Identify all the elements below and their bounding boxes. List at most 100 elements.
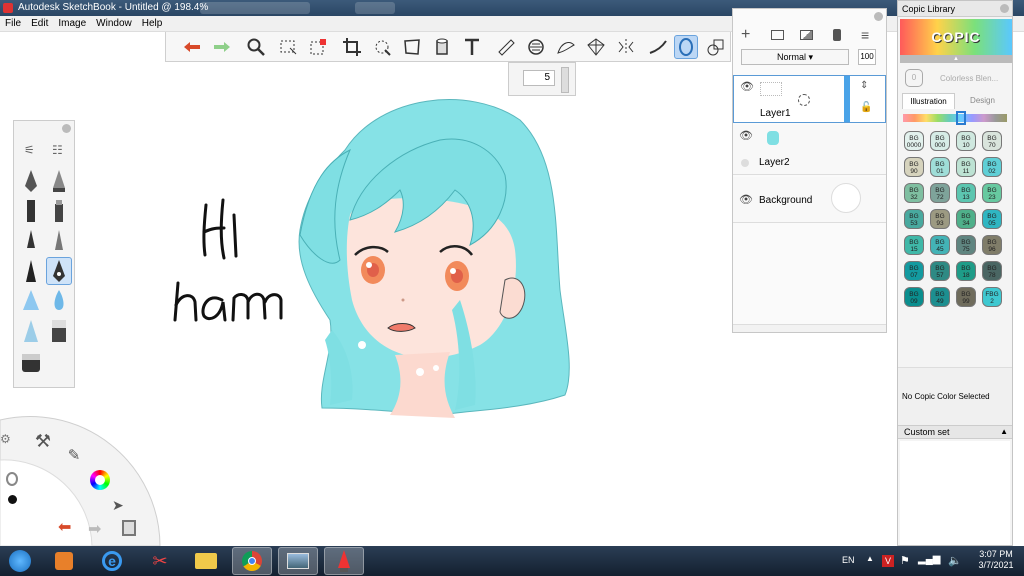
- blend-mode-select[interactable]: Normal ▾: [741, 49, 849, 65]
- technical-pen-icon[interactable]: [18, 257, 44, 285]
- airbrush-icon[interactable]: [18, 287, 44, 315]
- internet-explorer-icon[interactable]: e: [92, 547, 132, 575]
- marker-brush-icon[interactable]: [18, 197, 44, 225]
- distort-icon[interactable]: [400, 35, 424, 59]
- panel-resize-grip[interactable]: [733, 324, 886, 332]
- add-image-icon[interactable]: [800, 30, 813, 40]
- copic-swatch[interactable]: BG 53: [904, 209, 924, 229]
- copic-swatch[interactable]: BG 72: [930, 183, 950, 203]
- lagoon-radial-menu[interactable]: [0, 416, 161, 547]
- show-hidden-icons-icon[interactable]: ▲: [866, 554, 874, 563]
- photo-viewer-icon[interactable]: [278, 547, 318, 575]
- network-signal-icon[interactable]: ▂▄▆: [918, 554, 940, 565]
- brush-properties-icon[interactable]: ⚟: [24, 143, 35, 157]
- file-explorer-icon[interactable]: [186, 547, 226, 575]
- brush-pen-icon[interactable]: [46, 227, 72, 255]
- copic-swatch[interactable]: BG 96: [982, 235, 1002, 255]
- brush-size-input[interactable]: 5: [523, 70, 555, 86]
- lagoon-tools-icon[interactable]: ⚒: [32, 430, 54, 452]
- clock[interactable]: 3:07 PM 3/7/2021: [974, 549, 1018, 571]
- copic-swatch[interactable]: BG 10: [956, 131, 976, 151]
- chrome-icon[interactable]: [232, 547, 272, 575]
- visibility-eye-icon[interactable]: 👁: [740, 80, 754, 93]
- ink-pen-brush-icon[interactable]: [46, 167, 72, 195]
- copic-swatch[interactable]: BG 05: [982, 209, 1002, 229]
- copic-swatch[interactable]: BG 000: [930, 131, 950, 151]
- pencil-brush-icon[interactable]: [18, 167, 44, 195]
- copic-swatch[interactable]: BG 01: [930, 157, 950, 177]
- copic-swatch[interactable]: BG 34: [956, 209, 976, 229]
- lagoon-settings-icon[interactable]: ⚙: [0, 432, 11, 446]
- brush-size-slider[interactable]: [561, 67, 569, 93]
- copic-swatch[interactable]: FBG 2: [982, 287, 1002, 307]
- hard-eraser-icon[interactable]: [18, 349, 44, 377]
- flag-icon[interactable]: ⚑: [900, 554, 910, 567]
- lagoon-color-wheel-icon[interactable]: [90, 470, 110, 490]
- layer-row-background[interactable]: 👁 Background: [733, 177, 886, 223]
- copic-swatch[interactable]: BG 45: [930, 235, 950, 255]
- french-curve-icon[interactable]: [554, 35, 578, 59]
- custom-set-header[interactable]: Custom set ▲: [898, 425, 1012, 439]
- lock-layer-icon[interactable]: 🔓: [860, 102, 872, 113]
- opacity-input[interactable]: 100: [858, 49, 876, 65]
- palette-close-icon[interactable]: [62, 124, 71, 133]
- start-button[interactable]: [2, 547, 38, 575]
- menu-edit[interactable]: Edit: [26, 16, 53, 32]
- stroke-tool-icon[interactable]: [646, 35, 670, 59]
- copic-swatch[interactable]: BG 11: [956, 157, 976, 177]
- lagoon-copy-icon[interactable]: [122, 520, 136, 536]
- panel-close-icon[interactable]: [874, 12, 883, 21]
- rect-select-icon[interactable]: [276, 35, 300, 59]
- tab-design[interactable]: Design: [956, 93, 1009, 109]
- eraser-icon[interactable]: [46, 317, 72, 345]
- collapse-arrow-icon[interactable]: ▲: [900, 55, 1012, 63]
- visibility-eye-icon[interactable]: 👁: [739, 129, 753, 142]
- panel-close-icon[interactable]: [1000, 4, 1009, 13]
- language-indicator[interactable]: EN: [842, 555, 855, 565]
- lagoon-pen-icon[interactable]: [6, 472, 18, 486]
- lagoon-brush-icon[interactable]: ✎: [64, 446, 84, 466]
- crop-select-icon[interactable]: [306, 35, 330, 59]
- copic-swatch[interactable]: BG 57: [930, 261, 950, 281]
- copic-swatch[interactable]: BG 70: [982, 131, 1002, 151]
- shapes-icon[interactable]: [704, 35, 728, 59]
- layer-menu-icon[interactable]: ≡: [861, 27, 869, 43]
- copic-swatch[interactable]: BG 49: [930, 287, 950, 307]
- ruler-icon[interactable]: [494, 35, 518, 59]
- copic-swatch[interactable]: BG 07: [904, 261, 924, 281]
- menu-file[interactable]: File: [0, 16, 26, 32]
- perspective-icon[interactable]: [584, 35, 608, 59]
- brush-library-icon[interactable]: ☷: [52, 143, 63, 157]
- copic-swatch[interactable]: BG 02: [982, 157, 1002, 177]
- volume-icon[interactable]: 🔈: [948, 554, 962, 567]
- copic-swatch[interactable]: BG 90: [904, 157, 924, 177]
- colorless-blender-swatch[interactable]: 0: [905, 69, 923, 87]
- water-drop-brush-icon[interactable]: [46, 287, 72, 315]
- copic-swatch[interactable]: BG 75: [956, 235, 976, 255]
- redo-icon[interactable]: [210, 35, 234, 59]
- antivirus-icon[interactable]: V: [882, 555, 894, 567]
- menu-window[interactable]: Window: [91, 16, 137, 32]
- smudge-brush-icon[interactable]: [18, 317, 44, 345]
- copic-swatch[interactable]: BG 32: [904, 183, 924, 203]
- fill-bucket-icon[interactable]: [430, 35, 454, 59]
- lagoon-undo-icon[interactable]: ⬅: [58, 520, 80, 536]
- menu-help[interactable]: Help: [137, 16, 168, 32]
- snipping-tool-icon[interactable]: ✂: [140, 547, 180, 575]
- copic-swatch[interactable]: BG 93: [930, 209, 950, 229]
- clear-layer-icon[interactable]: [833, 29, 841, 41]
- copic-swatch[interactable]: BG 99: [956, 287, 976, 307]
- add-layer-icon[interactable]: +: [741, 27, 750, 43]
- transform-icon[interactable]: [370, 35, 394, 59]
- undo-icon[interactable]: [180, 35, 204, 59]
- felt-pen-brush-icon[interactable]: [46, 197, 72, 225]
- copic-swatch[interactable]: BG 09: [904, 287, 924, 307]
- text-icon[interactable]: [460, 35, 484, 59]
- copic-swatch[interactable]: BG 0000: [904, 131, 924, 151]
- lagoon-color-dot-icon[interactable]: [8, 495, 17, 504]
- collapse-icon[interactable]: ▲: [1000, 426, 1008, 438]
- copic-swatch[interactable]: BG 78: [982, 261, 1002, 281]
- move-layer-icon[interactable]: ⇕: [860, 80, 868, 91]
- ellipse-shape-icon[interactable]: [674, 35, 698, 59]
- color-family-strip[interactable]: [903, 114, 1007, 122]
